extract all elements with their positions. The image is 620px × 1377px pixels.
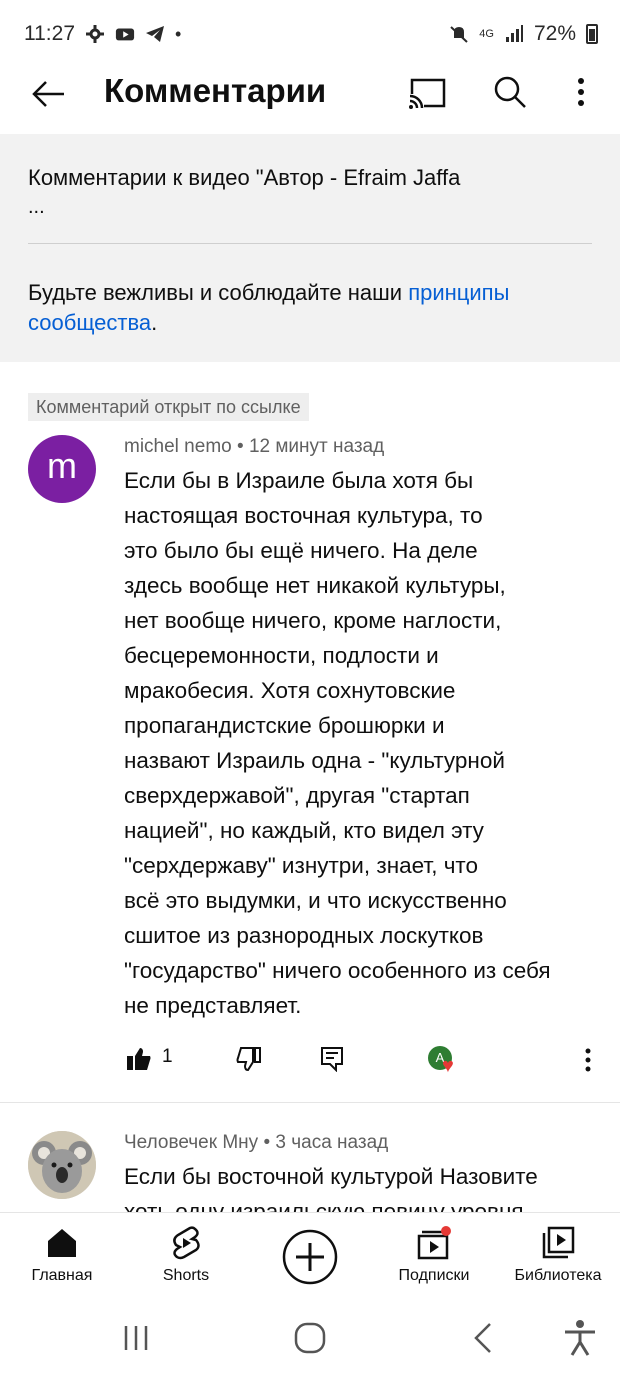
- recent-apps-icon[interactable]: [116, 1318, 156, 1358]
- guidelines-period: .: [151, 310, 158, 335]
- nav-shorts[interactable]: Shorts: [126, 1225, 246, 1285]
- app-bar: Комментарии: [0, 62, 620, 134]
- like-count: 1: [162, 1046, 173, 1067]
- comment-text: Если бы восточной культурой Назовите хот…: [124, 1164, 538, 1212]
- status-time: 11:27: [24, 22, 75, 45]
- battery-percent: 72%: [533, 22, 576, 45]
- meta-separator: •: [258, 1132, 276, 1153]
- create-plus-icon[interactable]: [282, 1229, 338, 1285]
- avatar[interactable]: [28, 1131, 96, 1199]
- page-title: Комментарии: [104, 72, 327, 109]
- reply-icon[interactable]: [320, 1046, 344, 1072]
- more-vert-icon[interactable]: [566, 72, 596, 112]
- community-guidelines: Будьте вежливы и соблюдайте наши принцип…: [28, 278, 592, 338]
- nav-label: Shorts: [162, 1267, 210, 1284]
- heart-icon: ♥: [442, 1055, 454, 1077]
- guidelines-text: Будьте вежливы и соблюдайте наши: [28, 280, 409, 305]
- dislike-icon[interactable]: [236, 1046, 262, 1072]
- video-title[interactable]: Комментарии к видео "Автор - Efraim Jaff…: [28, 162, 588, 194]
- nav-label: Подписки: [398, 1267, 470, 1284]
- comment-separator: [0, 1102, 620, 1103]
- accessibility-icon[interactable]: [560, 1318, 600, 1358]
- bottom-navigation: Главная Shorts Подписки Библиотека: [0, 1212, 620, 1304]
- creator-heart: A ♥: [428, 1046, 468, 1080]
- back-button-icon[interactable]: [464, 1318, 504, 1358]
- avatar[interactable]: m: [28, 435, 96, 503]
- comment-more-icon[interactable]: [580, 1046, 596, 1074]
- settings-icon: [86, 25, 104, 43]
- koala-avatar-icon: [28, 1131, 96, 1199]
- telegram-icon: [146, 26, 164, 42]
- home-icon: [48, 1229, 76, 1257]
- library-icon: [542, 1226, 575, 1259]
- comment-meta: Человечек Мну • 3 часа назад: [124, 1132, 388, 1154]
- nav-home[interactable]: Главная: [2, 1225, 122, 1285]
- notification-dot-icon: •: [175, 23, 182, 44]
- comment-author[interactable]: michel nemo: [124, 436, 232, 457]
- comment-actions: 1 A ♥: [0, 1038, 620, 1084]
- status-left: 11:27 •: [24, 22, 181, 46]
- network-type: 4G: [479, 28, 494, 40]
- status-right: 4G 72%: [449, 22, 598, 46]
- home-button-icon[interactable]: [290, 1318, 330, 1358]
- signal-icon: [505, 25, 523, 42]
- comment-time: 3 часа назад: [275, 1132, 389, 1153]
- battery-icon: [586, 24, 598, 44]
- youtube-icon: [115, 28, 135, 41]
- linked-comment-badge: Комментарий открыт по ссылке: [28, 393, 309, 421]
- cast-icon[interactable]: [406, 74, 450, 114]
- nav-label: Библиотека: [514, 1267, 602, 1284]
- comment-author[interactable]: Человечек Мну: [124, 1132, 258, 1153]
- system-navigation: [0, 1304, 620, 1377]
- meta-separator: •: [231, 436, 249, 457]
- title-ellipsis: ...: [28, 196, 45, 218]
- nav-label: Главная: [31, 1267, 93, 1284]
- status-bar: 11:27 • 4G 72%: [0, 0, 620, 70]
- comment-time: 12 минут назад: [248, 436, 385, 457]
- search-icon[interactable]: [490, 72, 530, 112]
- like-icon[interactable]: [126, 1046, 152, 1072]
- comments-header: Комментарии к видео "Автор - Efraim Jaff…: [0, 134, 620, 362]
- nav-subscriptions[interactable]: Подписки: [374, 1225, 494, 1285]
- mute-icon: [450, 26, 468, 43]
- divider: [28, 243, 592, 244]
- comment-text: Если бы в Израиле была хотя бы настоящая…: [124, 468, 551, 1018]
- shorts-icon: [173, 1226, 200, 1260]
- comment-meta: michel nemo • 12 минут назад: [124, 436, 384, 458]
- subscriptions-icon: [417, 1226, 451, 1260]
- nav-library[interactable]: Библиотека: [498, 1225, 618, 1285]
- back-arrow-icon[interactable]: [28, 74, 68, 114]
